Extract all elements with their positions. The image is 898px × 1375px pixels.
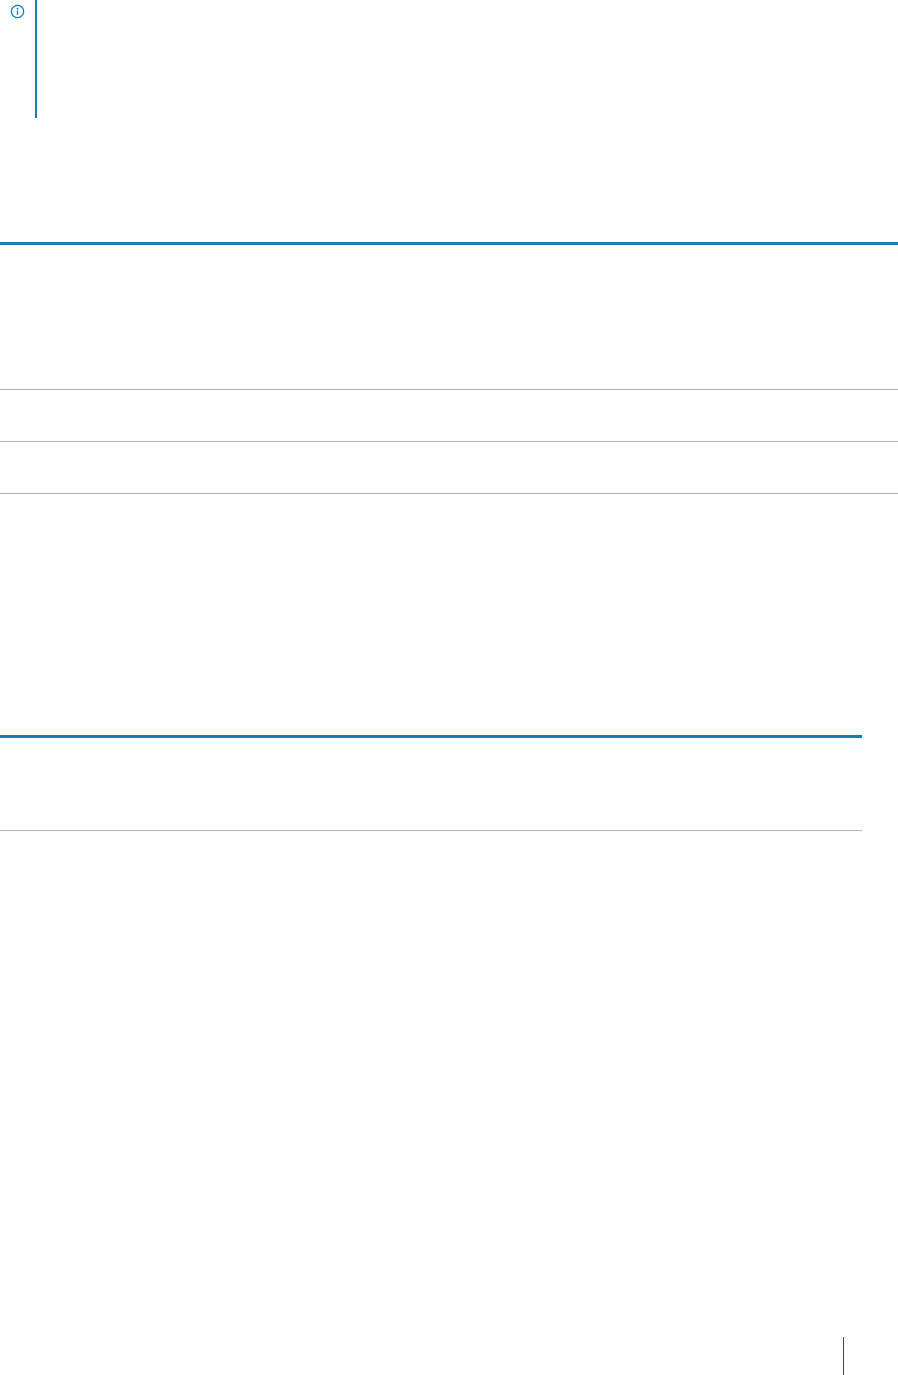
table-row-rule [0,830,862,831]
table-header-rule [0,242,898,245]
table-header-rule [0,735,862,738]
info-circle-icon [10,4,25,19]
note-accent-bar [35,0,37,118]
table-2 [0,735,862,833]
note-callout [0,0,40,118]
table-row-rule [0,389,898,390]
table-1 [0,242,898,496]
table-row-rule [0,441,898,442]
footer-separator [843,1337,844,1375]
table-row-rule [0,493,898,494]
